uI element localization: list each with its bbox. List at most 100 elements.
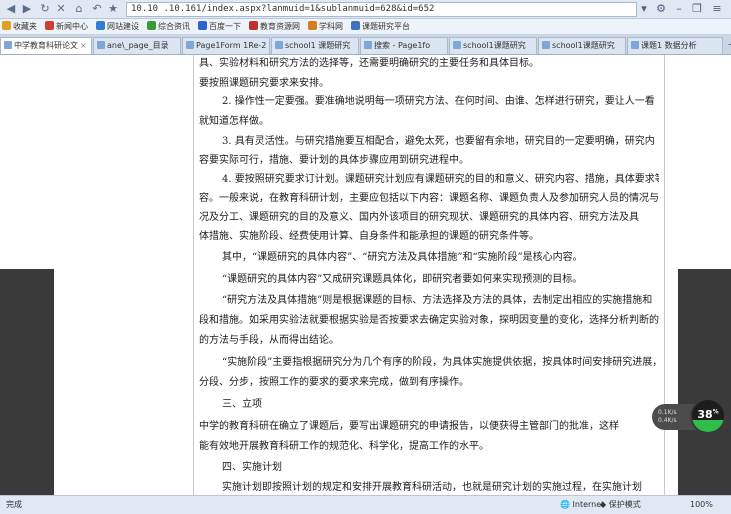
bookmarks-bar: 收藏夹 新闻中心 网站建设 综合资讯 百度一下 教育资源网 学科网 课题研究平台 <box>0 19 731 35</box>
tab-strip: 中学教育科研论文 × ane\_page_目录 Page1Form 1Re-2 scho… <box>0 35 731 55</box>
dropdown-icon[interactable]: ▾ <box>637 2 651 16</box>
tab-label: 中学教育科研论文 <box>14 41 78 50</box>
page-favicon-icon <box>364 41 372 49</box>
status-bar: 完成 🌐 Internet ◆ 保护模式 100% <box>0 495 731 514</box>
stop-icon[interactable]: ✕ <box>54 2 68 16</box>
shield-icon: ◆ <box>600 500 607 509</box>
bookmark-item[interactable]: 综合资讯 <box>145 19 194 34</box>
article-text-line: 就知道怎样做。 <box>199 116 269 127</box>
article-text-line: 四、实施计划 <box>222 462 282 473</box>
article-body: 具、实验材料和研究方法的选择等，还需要明确研究的主要任务和具体目标。 要按照课题研… <box>193 55 665 495</box>
article-text-line: 具、实验材料和研究方法的选择等，还需要明确研究的主要任务和具体目标。 <box>199 58 539 69</box>
minimize-icon[interactable]: – <box>672 2 686 16</box>
home-icon[interactable]: ⌂ <box>72 2 86 16</box>
article-text-line: 容要实际可行，措施、要计划的具体步骤应用到研究进程中。 <box>199 155 469 166</box>
article-text-line: 其中，“课题研究的具体内容”、“研究方法及具体措施”和“实施阶段”是核心内容。 <box>222 252 583 263</box>
article-text-line: 的方法与手段，从而得出结论。 <box>199 335 339 346</box>
page-favicon-icon <box>453 41 461 49</box>
page-favicon-icon <box>275 41 283 49</box>
browser-tab[interactable]: school1课题研究 <box>538 37 626 54</box>
browser-tab[interactable]: ane\_page_目录 <box>93 37 181 54</box>
restore-icon[interactable]: ❐ <box>690 2 704 16</box>
article-text-line: 况及分工、课题研究的目的及意义、国内外该项目的研究现状、课题研究的具体内容、研究… <box>199 212 639 223</box>
bookmark-label: 收藏夹 <box>13 22 37 31</box>
dark-background-band-left <box>0 269 54 495</box>
back-icon[interactable]: ◀ <box>4 2 18 16</box>
page-favicon-icon <box>186 41 194 49</box>
zone-indicator: 🌐 Internet <box>560 500 605 509</box>
browser-tab[interactable]: 中学教育科研论文 × <box>0 37 92 54</box>
bookmark-item[interactable]: 收藏夹 <box>0 19 41 34</box>
close-tab-icon[interactable]: × <box>80 41 87 50</box>
page-favicon-icon <box>97 41 105 49</box>
bookmark-icon <box>147 21 156 30</box>
browser-tab[interactable]: 搜索 - Page1fo <box>360 37 448 54</box>
page-favicon-icon <box>542 41 550 49</box>
tools-icon[interactable]: ⚙ <box>654 2 668 16</box>
forward-icon[interactable]: ▶ <box>20 2 34 16</box>
gauge-fill <box>692 419 724 432</box>
bookmark-icon <box>45 21 54 30</box>
protected-mode-indicator[interactable]: ◆ 保护模式 <box>600 496 641 514</box>
article-text-line: 实施计划即按照计划的规定和安排开展教育科研活动，也就是研究计划的实施过程，在实施… <box>222 482 642 493</box>
dark-background-band-right <box>678 269 731 495</box>
bookmark-icon <box>308 21 317 30</box>
bookmark-item[interactable]: 百度一下 <box>196 19 245 34</box>
url-field[interactable]: 10.10 .10.161/index.aspx?lanmuid=1&subla… <box>126 2 637 17</box>
tab-label: 搜索 - Page1fo <box>374 41 431 50</box>
bookmark-label: 百度一下 <box>209 22 241 31</box>
browser-tab[interactable]: school1 课题研究 <box>271 37 359 54</box>
refresh-icon[interactable]: ↻ <box>38 2 52 16</box>
tab-label: Page1Form 1Re-2 <box>196 41 267 50</box>
article-text-line: 三、立项 <box>222 399 262 410</box>
bookmark-icon <box>198 21 207 30</box>
new-tab-icon[interactable]: + <box>724 37 731 54</box>
menu-icon[interactable]: ≡ <box>710 2 724 16</box>
bookmark-label: 新闻中心 <box>56 22 88 31</box>
gauge-value: 38% <box>697 408 719 421</box>
history-icon[interactable]: ↶ <box>90 2 104 16</box>
bookmark-icon <box>249 21 258 30</box>
tab-label: school1课题研究 <box>463 41 526 50</box>
tab-label: 课题1 数据分析 <box>641 41 697 50</box>
page-viewport: 具、实验材料和研究方法的选择等，还需要明确研究的主要任务和具体目标。 要按照课题研… <box>0 55 731 495</box>
status-text: 完成 <box>6 500 22 509</box>
bookmark-item[interactable]: 新闻中心 <box>43 19 92 34</box>
article-text-line: “课题研究的具体内容”又成研究课题具体化，即研究者要如何来实现预测的目标。 <box>222 274 583 285</box>
article-text-line: “实施阶段”主要指根据研究分为几个有序的阶段，为具体实施提供依据，按具体时间安排… <box>222 357 659 368</box>
article-text-line: 容。一般来说，在教育科研计划，主要应包括以下内容：课题名称、课题负责人及参加研究… <box>199 193 659 204</box>
article-text-line: 4. 要按照研究要求订计划。课题研究计划应有课题研究的目的和意义、研究内容、措施… <box>222 174 659 185</box>
article-text-line: 能有效地开展教育科研工作的规范化、科学化，提高工作的水平。 <box>199 441 489 452</box>
tab-label: ane\_page_目录 <box>107 41 169 50</box>
memory-usage-gauge: 38% <box>690 398 726 434</box>
zoom-level[interactable]: 100% <box>690 496 713 514</box>
browser-tab[interactable]: 课题1 数据分析 <box>627 37 723 54</box>
article-text-line: 2. 操作性一定要强。要准确地说明每一项研究方法、在何时间、由谁、怎样进行研究，… <box>222 96 655 107</box>
article-text-line: “研究方法及具体措施”则是根据课题的目标、方法选择及方法的具体，去制定出相应的实… <box>222 295 653 306</box>
article-text-line: 段和措施。如采用实验法就要根据实验是否按要求去确定实验对象，探明因变量的变化，选… <box>199 315 659 326</box>
bookmark-item[interactable]: 教育资源网 <box>247 19 304 34</box>
tab-label: school1课题研究 <box>552 41 615 50</box>
network-speed-widget[interactable]: 0.1K/s 0.4K/s 38% <box>652 396 728 436</box>
article-text-line: 中学的教育科研在确立了课题后，要写出课题研究的申请报告，以便获得主管部门的批准，… <box>199 421 619 432</box>
bookmark-label: 综合资讯 <box>158 22 190 31</box>
bookmark-item[interactable]: 学科网 <box>306 19 347 34</box>
bookmark-icon <box>96 21 105 30</box>
tab-label: school1 课题研究 <box>285 41 351 50</box>
browser-tab[interactable]: school1课题研究 <box>449 37 537 54</box>
article-text-line: 3. 具有灵活性。与研究措施要互相配合，避免太死，也要留有余地，研究目的一定要明… <box>222 136 655 147</box>
page-favicon-icon <box>631 41 639 49</box>
bookmark-label: 学科网 <box>319 22 343 31</box>
bookmark-icon <box>351 21 360 30</box>
bookmark-item[interactable]: 课题研究平台 <box>349 19 414 34</box>
bookmark-label: 课题研究平台 <box>362 22 410 31</box>
page-favicon-icon <box>4 41 12 49</box>
article-text-line: 分段、分步，按照工作的要求的要求来完成，做到有序操作。 <box>199 377 469 388</box>
address-toolbar: ◀ ▶ ↻ ✕ ⌂ ↶ ★ 10.10 .10.161/index.aspx?l… <box>0 0 731 19</box>
favorites-star-icon[interactable]: ★ <box>106 2 120 16</box>
browser-tab[interactable]: Page1Form 1Re-2 <box>182 37 270 54</box>
bookmark-item[interactable]: 网站建设 <box>94 19 143 34</box>
bookmark-icon <box>2 21 11 30</box>
article-text-line: 体措施、实施阶段、经费使用计算、自身条件和能承担的课题的研究条件等。 <box>199 231 539 242</box>
bookmark-label: 网站建设 <box>107 22 139 31</box>
